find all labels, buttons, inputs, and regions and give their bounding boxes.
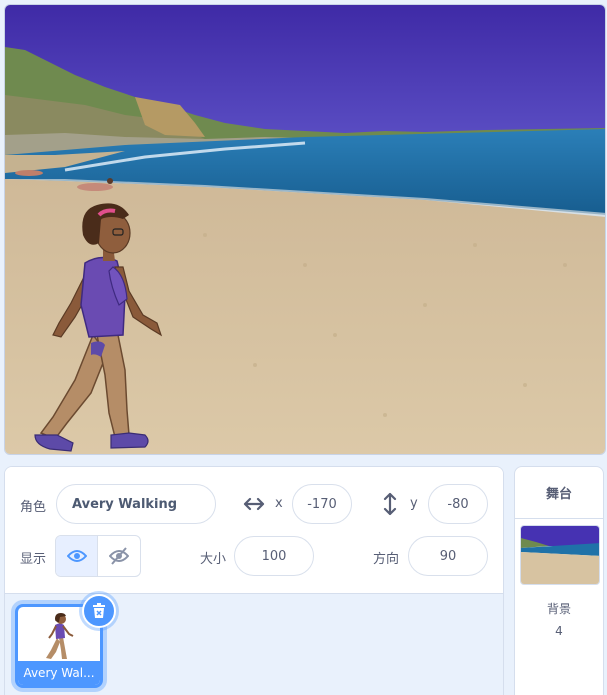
stage-selector[interactable]: 舞台 背景 4 (514, 466, 604, 695)
x-input[interactable]: -170 (292, 484, 352, 524)
sprite-tile-name: Avery Wal... (18, 661, 100, 685)
delete-sprite-button[interactable] (82, 594, 116, 628)
y-arrows-icon (383, 492, 397, 516)
sprite-properties: 角色 Avery Walking x -170 y -80 显示 大小 100 … (5, 467, 503, 594)
show-button[interactable] (56, 536, 99, 576)
backdrops-label: 背景 (546, 602, 571, 616)
direction-label: 方向 (373, 552, 400, 567)
sprite-info-panel: 角色 Avery Walking x -170 y -80 显示 大小 100 … (4, 466, 504, 695)
size-input[interactable]: 100 (234, 536, 314, 576)
backdrop-thumbnail (520, 525, 600, 585)
eye-icon (66, 550, 87, 562)
sprite-thumbnail (46, 613, 74, 659)
show-label: 显示 (20, 552, 47, 567)
hide-button[interactable] (98, 536, 140, 576)
y-label: y (410, 496, 418, 511)
backdrops-count: 4 (555, 624, 563, 638)
size-label: 大小 (200, 552, 227, 567)
y-input[interactable]: -80 (428, 484, 488, 524)
stage-canvas[interactable] (4, 4, 606, 455)
x-arrows-icon (243, 497, 265, 511)
sprite-name-field[interactable]: Avery Walking (56, 484, 216, 524)
x-label: x (275, 496, 283, 511)
trash-icon (93, 603, 105, 618)
eye-slash-icon (109, 547, 129, 565)
stage-selector-title: 舞台 (515, 467, 603, 519)
direction-input[interactable]: 90 (408, 536, 488, 576)
stage-backdrop (5, 5, 605, 454)
sprite-label: 角色 (20, 500, 47, 515)
sprite-list: Avery Wal... (5, 594, 503, 695)
visibility-toggle (55, 535, 141, 577)
